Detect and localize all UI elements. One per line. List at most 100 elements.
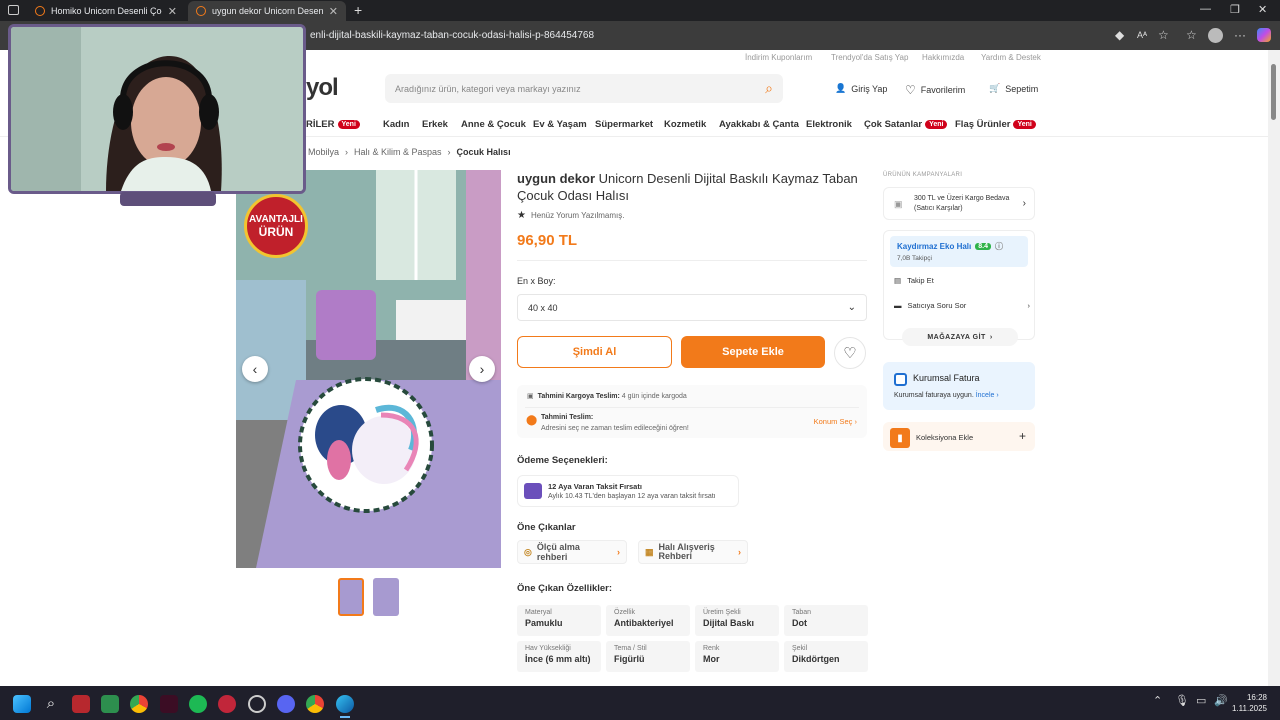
profile-avatar[interactable] [1208,28,1223,43]
breadcrumb-current[interactable]: Çocuk Halısı [457,147,511,157]
breadcrumb-item[interactable]: Mobilya [308,147,339,157]
add-to-collection-button[interactable]: ▮ Koleksiyona Ekle + [883,422,1035,451]
attribute-value: Pamuklu [525,618,563,628]
nav-item-cok-satanlar[interactable]: Çok Satanlar Yeni [864,119,948,130]
site-logo[interactable]: yol [306,74,339,102]
product-main-image[interactable]: AVANTAJLI ÜRÜN ‹ › [236,170,501,568]
url-text[interactable]: enli-dijital-baskili-kaymaz-taban-cocuk-… [310,30,594,41]
tray-overflow-icon[interactable]: ⌃ [1153,694,1162,707]
tab-label: Homiko Unicorn Desenli Çocuk ve [51,6,162,16]
installment-card[interactable]: 12 Aya Varan Taksit Fırsatı Aylık 10.43 … [517,475,739,507]
browser-tab-bar: Homiko Unicorn Desenli Çocuk ve ✕ uygun … [0,0,1280,21]
campaign-line1: 300 TL ve Üzeri Kargo Bedava [914,195,1010,202]
nav-item-kozmetik[interactable]: Kozmetik [664,119,706,130]
next-image-button[interactable]: › [469,356,495,382]
help-link[interactable]: Yardım & Destek [981,53,1041,62]
favorites-link[interactable]: ♡ Favorilerim [905,83,965,97]
rating-row[interactable]: ★ Henüz Yorum Yazılmamış. [517,210,625,221]
page-scrollbar[interactable] [1268,50,1280,686]
prev-image-button[interactable]: ‹ [242,356,268,382]
about-link[interactable]: Hakkımızda [922,53,964,62]
thumbnail-1[interactable] [338,578,364,616]
add-to-cart-button[interactable]: Sepete Ekle [681,336,825,368]
invoice-link[interactable]: İncele [976,392,995,399]
campaign-card[interactable]: ▣ 300 TL ve Üzeri Kargo Bedava (Satıcı Ka… [883,187,1035,220]
corporate-invoice-card[interactable]: Kurumsal Fatura Kurumsal faturaya uygun.… [883,362,1035,410]
chevron-right-icon: › [345,147,349,157]
seller-header[interactable]: Kaydırmaz Eko Halı 8.4 ⓘ 7,0B Takipçi [890,236,1028,267]
carpet-guide-button[interactable]: ▦ Halı Alışveriş Rehberi › [638,540,748,564]
read-aloud-icon[interactable]: Aᴬ [1137,30,1147,40]
breadcrumb-item[interactable]: Halı & Kilim & Paspas [354,147,442,157]
sell-link[interactable]: Trendyol'da Satış Yap [831,53,908,62]
nav-item-ayakkabi-canta[interactable]: Ayakkabı & Çanta [719,119,799,130]
product-brand[interactable]: uygun dekor [517,171,595,186]
thumbnail-2[interactable] [373,578,399,616]
nav-item-first[interactable]: RİLER Yeni [306,119,360,130]
ask-seller-button[interactable]: ▬ Satıcıya Soru Sor › [894,301,1030,310]
minimize-icon[interactable]: — [1200,3,1211,15]
search-icon[interactable]: ⌕ [42,695,60,713]
nav-label: RİLER [306,119,335,130]
nav-item-elektronik[interactable]: Elektronik [806,119,852,130]
attribute-cell: Özellik Antibakteriyel [606,605,690,636]
size-select[interactable]: 40 x 40 ⌄ [517,294,867,321]
edge-icon[interactable] [336,695,354,713]
invoice-desc: Kurumsal faturaya uygun. [894,392,974,399]
installment-desc: Aylık 10.43 TL'den başlayan 12 aya varan… [548,493,716,500]
cargo-value: 4 gün içinde kargoda [621,393,687,400]
attribute-cell: Üretim Şekli Dijital Baskı [695,605,779,636]
invoice-desc-row: Kurumsal faturaya uygun. İncele › [894,392,999,399]
close-tab-icon[interactable]: ✕ [329,5,338,18]
favorite-star-icon[interactable]: ☆ [1158,28,1169,42]
follow-button[interactable]: ▤ Takip Et [894,276,934,285]
close-window-icon[interactable]: ✕ [1258,3,1267,16]
trendyol-favicon-icon [35,6,45,16]
chrome-icon[interactable] [130,695,148,713]
close-tab-icon[interactable]: ✕ [168,5,177,18]
app-icon-5[interactable] [248,695,266,713]
location-select-link[interactable]: Konum Seç › [814,417,857,426]
cart-link[interactable]: 🛒 Sepetim [989,83,1038,94]
active-app-indicator [340,716,350,718]
nav-item-supermarket[interactable]: Süpermarket [595,119,653,130]
buy-now-button[interactable]: Şimdi Al [517,336,672,368]
size-guide-button[interactable]: ◎ Ölçü alma rehberi › [517,540,627,564]
scrollbar-thumb[interactable] [1271,64,1276,120]
collections-icon[interactable]: ☆ [1186,28,1197,42]
app-icon-3[interactable] [160,695,178,713]
app-icon-2[interactable] [101,695,119,713]
new-tab-icon[interactable]: + [354,2,362,18]
nav-item-erkek[interactable]: Erkek [422,119,448,130]
window-menu-icon[interactable] [8,5,19,15]
tag-icon[interactable]: ◆ [1115,28,1124,42]
spotify-icon[interactable] [189,695,207,713]
nav-item-ev-yasam[interactable]: Ev & Yaşam [533,119,587,130]
app-icon-1[interactable] [72,695,90,713]
speaker-icon[interactable]: 🔊 [1214,694,1228,707]
windows-start-icon[interactable] [13,695,31,713]
search-input[interactable]: Aradığınız ürün, kategori veya markayı y… [385,74,783,103]
chevron-right-icon: › [989,333,993,341]
copilot-icon[interactable] [1257,28,1271,42]
chevron-right-icon: › [994,392,999,399]
more-options-icon[interactable]: ··· [1234,28,1246,42]
tab-uygun-dekor[interactable]: uygun dekor Unicorn Desenli Dij ✕ [188,1,346,21]
cart-label: Sepetim [1005,83,1039,94]
nav-item-anne-cocuk[interactable]: Anne & Çocuk [461,119,526,130]
discord-icon[interactable] [277,695,295,713]
microphone-icon[interactable]: 🎙 [1175,694,1189,707]
search-icon[interactable]: ⌕ [765,80,773,97]
nav-item-flas-urunler[interactable]: Flaş Ürünler Yeni [955,119,1036,130]
coupons-link[interactable]: İndirim Kuponlarım [745,53,812,62]
tab-homiko[interactable]: Homiko Unicorn Desenli Çocuk ve ✕ [27,1,185,21]
restore-icon[interactable]: ❐ [1230,3,1240,16]
display-icon[interactable]: ▭ [1196,694,1206,707]
login-link[interactable]: 👤 Giriş Yap [835,83,887,94]
app-icon-4[interactable] [218,695,236,713]
go-store-button[interactable]: MAĞAZAYA GİT › [902,328,1018,346]
favorite-button[interactable]: ♡ [834,337,866,369]
chrome-icon-2[interactable] [306,695,324,713]
clock[interactable]: 16:28 1.11.2025 [1232,692,1267,714]
nav-item-kadin[interactable]: Kadın [383,119,409,130]
